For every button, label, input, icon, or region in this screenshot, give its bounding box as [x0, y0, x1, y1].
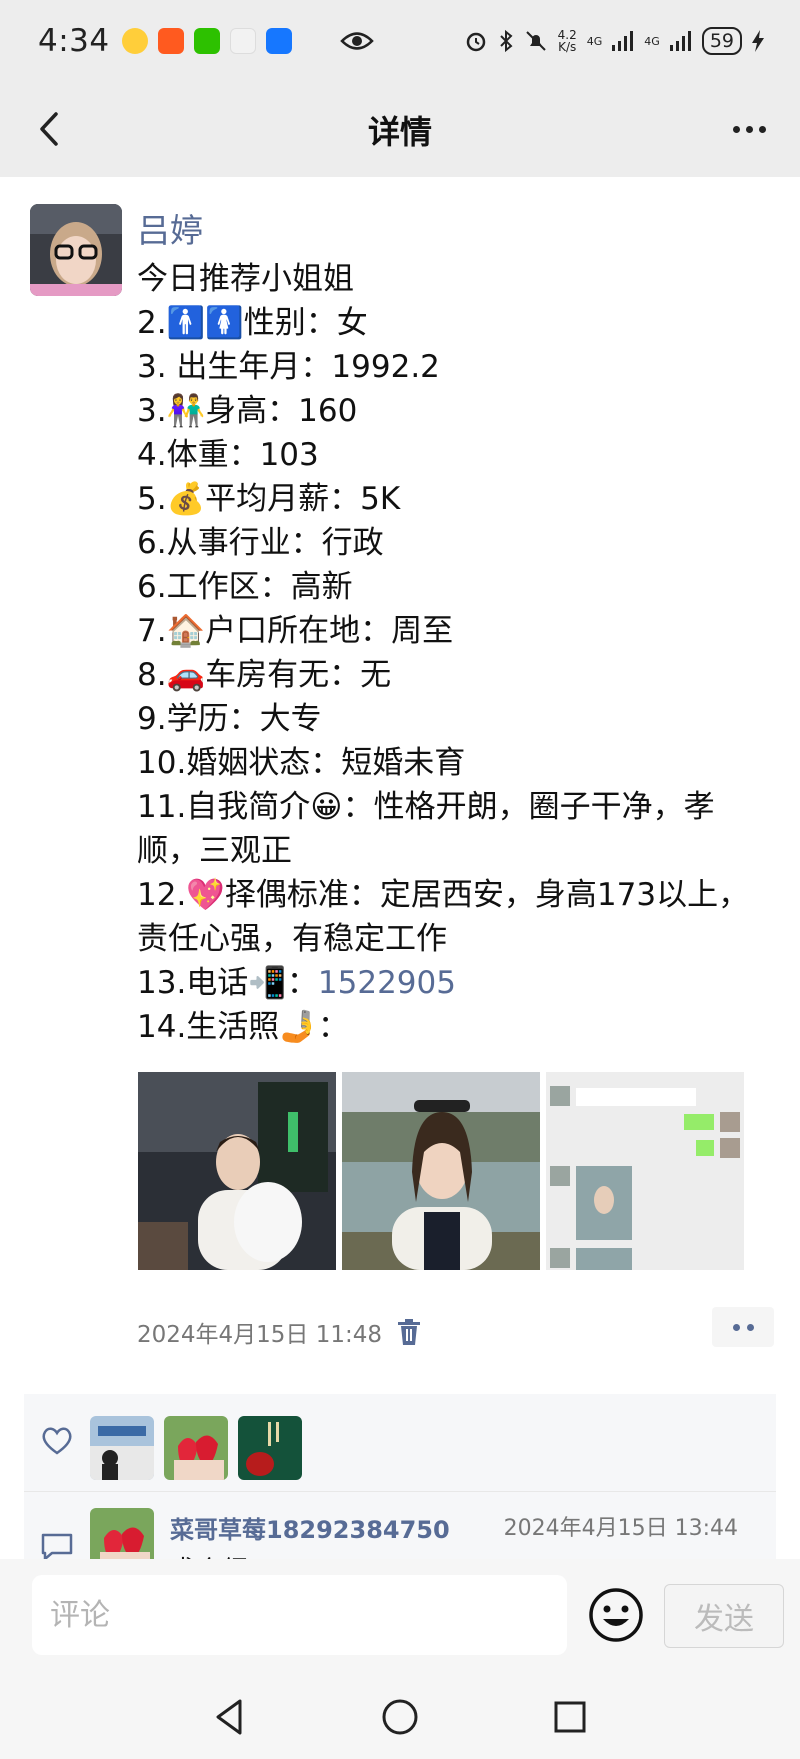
- post-line: 7.🏠户口所在地：周至: [137, 613, 454, 649]
- nav-home-circle-icon[interactable]: [378, 1695, 422, 1739]
- status-app-icons: [121, 28, 292, 54]
- post-line: 4.体重：103: [137, 437, 319, 473]
- status-bar: 4:34 4.2 K/s 4G 4G 59: [0, 0, 800, 82]
- comment-input-bar: 发送: [0, 1559, 800, 1675]
- post-line: 2.🚹🚺性别：女: [137, 305, 368, 341]
- signal-icon: [669, 31, 691, 51]
- photo-grid: [138, 1072, 744, 1270]
- battery-indicator: 59: [701, 27, 742, 55]
- commenter-avatar[interactable]: [90, 1508, 154, 1559]
- phone-label: 13.电话📲：: [137, 965, 318, 1001]
- post-timestamp: 2024年4月15日 11:48: [137, 1322, 383, 1348]
- comment-text: 求介绍: [170, 1550, 248, 1559]
- signal-label-1: 4G: [586, 34, 603, 48]
- author-avatar[interactable]: [30, 204, 122, 296]
- alarm-icon: [466, 32, 485, 52]
- bluetooth-icon: [499, 29, 513, 53]
- post-photos-label: 14.生活照🤳：: [137, 1009, 349, 1045]
- post-line: 6.从事行业：行政: [137, 525, 384, 561]
- app-icon: [229, 28, 256, 54]
- trash-icon[interactable]: [398, 1319, 421, 1345]
- net-speed-unit: K/s: [558, 40, 577, 54]
- more-options-icon[interactable]: [724, 104, 774, 154]
- comment-timestamp: 2024年4月15日 13:44: [503, 1516, 738, 1541]
- eye-icon: [339, 32, 374, 50]
- alipay-icon: [265, 28, 292, 54]
- system-nav-bar: [0, 1675, 800, 1759]
- signal-icon: [612, 31, 634, 51]
- liker-avatar[interactable]: [164, 1416, 228, 1480]
- post-line: 3. 出生年月：1992.2: [137, 349, 440, 385]
- post-line: 今日推荐小姐姐: [137, 261, 354, 297]
- net-speed: 4.2 K/s: [558, 29, 577, 53]
- heart-icon: [42, 1427, 72, 1455]
- back-arrow-icon[interactable]: [26, 104, 76, 154]
- comment-row[interactable]: 菜哥草莓18292384750 2024年4月15日 13:44 求介绍: [24, 1492, 776, 1559]
- nav-recents-square-icon[interactable]: [548, 1695, 592, 1739]
- post-photo[interactable]: [342, 1072, 540, 1270]
- post-line: 8.🚗车房有无：无: [137, 657, 392, 693]
- liker-avatar[interactable]: [238, 1416, 302, 1480]
- likes-row: [24, 1394, 776, 1492]
- post-criteria: 12.💖择偶标准：定居西安，身高173以上，责任心强，有稳定工作: [137, 877, 750, 957]
- nav-back-triangle-icon[interactable]: [208, 1695, 252, 1739]
- post-line: 3.👫身高：160: [137, 393, 358, 429]
- post-phone-line: 13.电话📲：1522905: [137, 961, 762, 1005]
- post-intro: 11.自我简介😀：性格开朗，圈子干净，孝顺，三观正: [137, 789, 715, 869]
- taobao-icon: [157, 28, 184, 54]
- status-indicators: 4.2 K/s 4G 4G 59: [464, 27, 764, 55]
- comment-input[interactable]: [32, 1575, 567, 1655]
- charging-icon: [752, 30, 764, 52]
- liker-avatar[interactable]: [90, 1416, 154, 1480]
- author-name[interactable]: 吕婷: [137, 204, 203, 252]
- likes-comments-panel: 菜哥草莓18292384750 2024年4月15日 13:44 求介绍: [24, 1394, 776, 1559]
- signal-label-2: 4G: [644, 34, 660, 48]
- post-photo[interactable]: [138, 1072, 336, 1270]
- post-line: 6.工作区：高新: [137, 569, 353, 605]
- send-button[interactable]: 发送: [664, 1584, 784, 1648]
- commenter-name[interactable]: 菜哥草莓18292384750: [170, 1510, 450, 1545]
- post-meta: 2024年4月15日 11:48: [137, 1315, 421, 1349]
- post-text: 今日推荐小姐姐 2.🚹🚺性别：女 3. 出生年月：1992.2 3.👫身高：16…: [137, 257, 762, 1049]
- status-time: 4:34: [38, 23, 110, 59]
- post-line: 9.学历：大专: [137, 701, 322, 737]
- post-line: 10.婚姻状态：短婚未育: [137, 745, 466, 781]
- wechat-icon: [193, 28, 220, 54]
- mute-icon: [525, 31, 546, 51]
- post-line: 5.💰平均月薪：5K: [137, 481, 401, 517]
- emoji-icon[interactable]: [588, 1587, 644, 1643]
- phone-number-link[interactable]: 1522905: [318, 965, 456, 1001]
- comment-icon: [41, 1533, 73, 1559]
- weibo-icon: [121, 28, 148, 54]
- post-photo[interactable]: [546, 1072, 744, 1270]
- page-title: 详情: [367, 112, 432, 151]
- liker-avatars: [90, 1416, 302, 1480]
- nav-bar: 详情: [0, 82, 800, 177]
- like-comment-menu-button[interactable]: [712, 1307, 774, 1347]
